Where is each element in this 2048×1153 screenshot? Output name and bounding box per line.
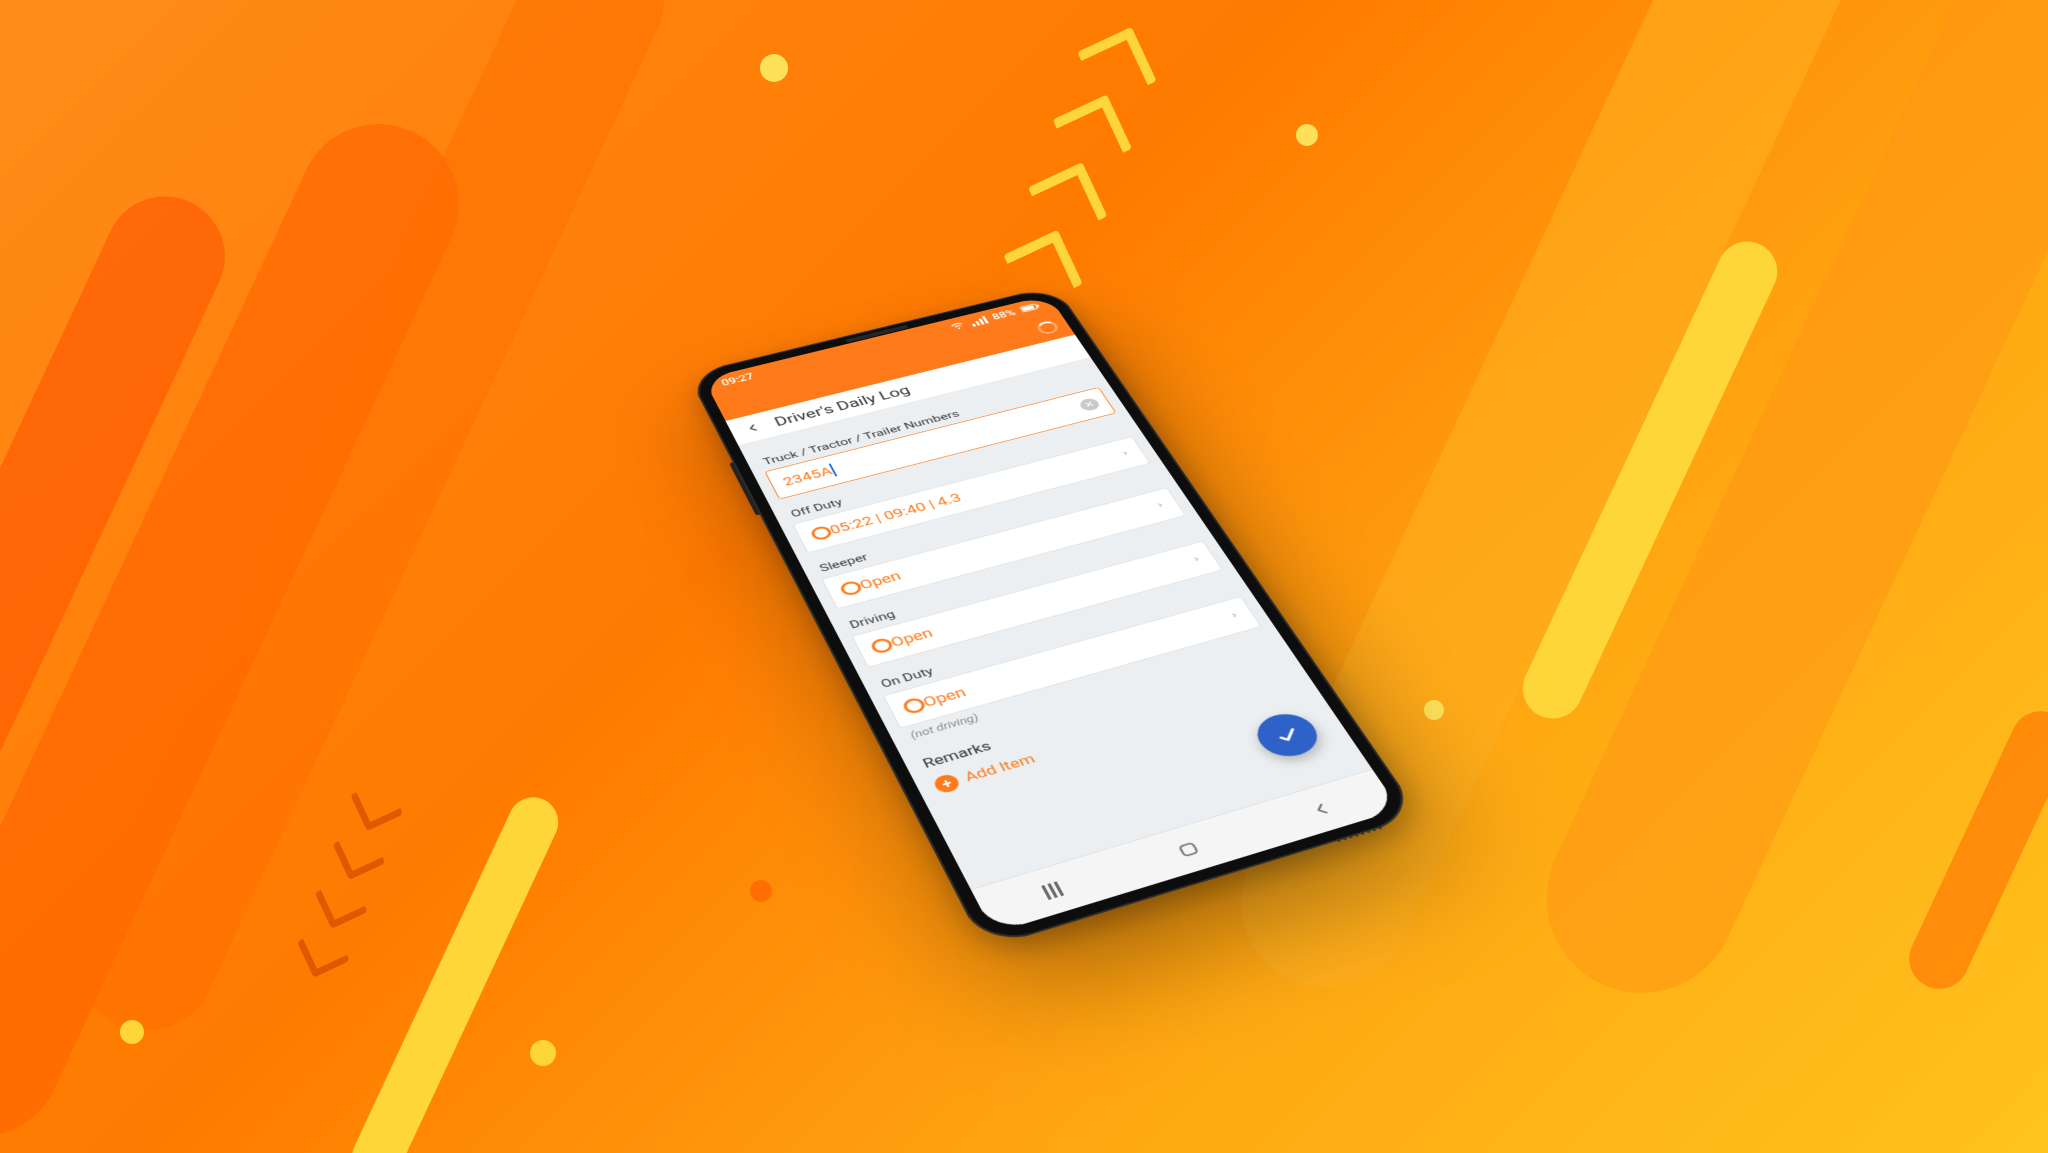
add-item-label: Add Item: [962, 751, 1038, 785]
battery-percent: 88%: [990, 308, 1017, 321]
signal-icon: [969, 315, 989, 326]
radio-icon: [838, 579, 864, 597]
add-item-button[interactable]: + Add Item: [926, 671, 1306, 798]
on-duty-value: Open: [920, 684, 969, 710]
android-recents-button[interactable]: [1012, 872, 1092, 908]
driving-value: Open: [888, 625, 936, 650]
chevron-right-icon: [1226, 608, 1243, 623]
status-time: 09:27: [720, 371, 756, 387]
wifi-icon: [948, 319, 968, 333]
chevron-right-icon: [1152, 498, 1168, 512]
chevron-right-icon: [1118, 447, 1134, 460]
confirm-fab-button[interactable]: [1248, 707, 1327, 762]
on-duty-row[interactable]: Open: [883, 596, 1262, 728]
on-duty-label: On Duty: [878, 582, 1234, 690]
back-button[interactable]: [740, 419, 766, 436]
android-home-button[interactable]: [1148, 830, 1228, 868]
radio-icon: [869, 636, 895, 654]
android-back-button[interactable]: [1282, 790, 1361, 827]
on-duty-hint: (not driving): [908, 632, 1265, 741]
radio-icon: [901, 696, 928, 715]
truck-numbers-value: 2345A: [781, 464, 835, 488]
sleeper-value: Open: [857, 568, 904, 592]
check-icon: [1270, 723, 1304, 746]
plus-icon: +: [931, 772, 962, 794]
remarks-label: Remarks: [920, 655, 1286, 771]
loading-spinner-icon: [1035, 319, 1061, 335]
battery-icon: [1019, 302, 1043, 315]
chevron-right-icon: [1188, 552, 1205, 566]
clear-input-button[interactable]: ✕: [1077, 396, 1102, 411]
